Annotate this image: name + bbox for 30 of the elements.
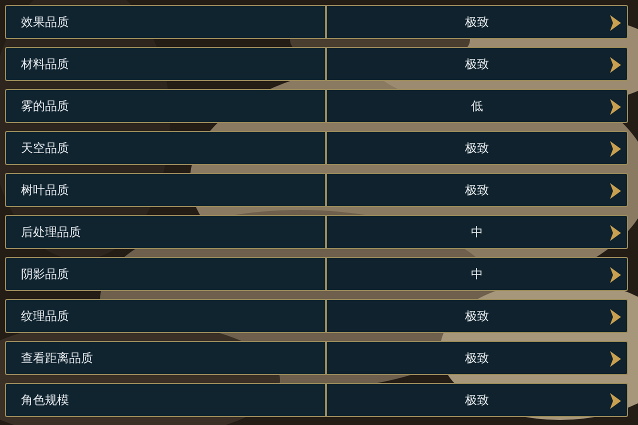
setting-value-selector[interactable]: 中 [326, 215, 628, 249]
arrow-right-icon [609, 267, 621, 283]
setting-label: 效果品质 [5, 5, 326, 39]
setting-label: 查看距离品质 [5, 341, 326, 375]
setting-value-selector[interactable]: 极致 [326, 173, 628, 207]
setting-value-selector[interactable]: 极致 [326, 341, 628, 375]
arrow-right-icon [609, 141, 621, 157]
setting-label: 角色规模 [5, 383, 326, 417]
setting-value-selector[interactable]: 极致 [326, 383, 628, 417]
setting-label: 雾的品质 [5, 89, 326, 123]
arrow-right-icon [609, 183, 621, 199]
setting-label: 树叶品质 [5, 173, 326, 207]
arrow-right-icon [609, 99, 621, 115]
setting-value-selector[interactable]: 极致 [326, 47, 628, 81]
arrow-right-icon [609, 225, 621, 241]
setting-label: 纹理品质 [5, 299, 326, 333]
setting-label: 材料品质 [5, 47, 326, 81]
arrow-right-icon [609, 15, 621, 31]
setting-label: 天空品质 [5, 131, 326, 165]
setting-value-selector[interactable]: 极致 [326, 131, 628, 165]
setting-value-selector[interactable]: 极致 [326, 299, 628, 333]
arrow-right-icon [609, 57, 621, 73]
setting-value-selector[interactable]: 低 [326, 89, 628, 123]
setting-value-selector[interactable]: 极致 [326, 5, 628, 39]
arrow-right-icon [609, 309, 621, 325]
arrow-right-icon [609, 351, 621, 367]
setting-label: 阴影品质 [5, 257, 326, 291]
setting-label: 后处理品质 [5, 215, 326, 249]
arrow-right-icon [609, 393, 621, 409]
setting-value-selector[interactable]: 中 [326, 257, 628, 291]
